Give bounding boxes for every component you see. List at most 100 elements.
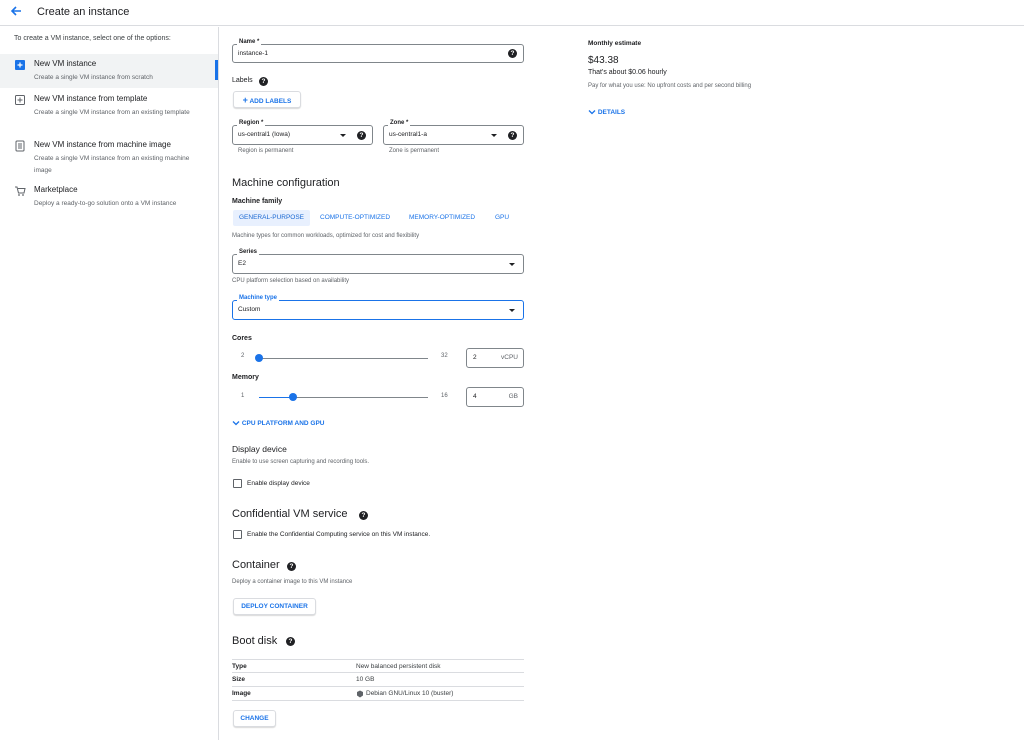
change-boot-disk-button[interactable]: CHANGE (233, 710, 276, 727)
memory-input[interactable]: 4 GB (466, 387, 524, 407)
labels-label: Labels (232, 77, 253, 84)
cores-label: Cores (232, 335, 252, 342)
chevron-down-icon (509, 263, 515, 266)
series-label: Series (237, 249, 260, 255)
machine-type-value: Custom (238, 306, 261, 313)
display-device-checkbox[interactable] (233, 479, 242, 488)
region-value: us-central1 (Iowa) (238, 131, 291, 138)
table-value: Debian GNU/Linux 10 (buster) (366, 690, 454, 697)
option-title: Marketplace (34, 185, 78, 194)
template-icon (14, 93, 26, 105)
page-title: Create an instance (37, 6, 130, 18)
display-device-checkbox-label: Enable display device (247, 480, 310, 487)
cores-input[interactable]: 2 vCPU (466, 348, 524, 368)
deploy-container-button[interactable]: DEPLOY CONTAINER (233, 598, 316, 615)
table-key: Type (232, 663, 247, 670)
add-labels-button[interactable]: + ADD LABELS (233, 91, 301, 108)
tab-compute-optimized[interactable]: COMPUTE-OPTIMIZED (314, 210, 396, 226)
chevron-down-icon (588, 109, 598, 116)
display-device-hint: Enable to use screen capturing and recor… (232, 459, 370, 465)
name-label: Name * (237, 39, 262, 45)
option-desc: Create a single VM instance from an exis… (34, 155, 190, 174)
name-value: instance-1 (238, 50, 268, 57)
option-desc: Create a single VM instance from an exis… (34, 109, 190, 116)
help-icon[interactable]: ? (287, 562, 296, 571)
billing-note: Pay for what you use: No upfront costs a… (588, 83, 752, 89)
help-icon[interactable]: ? (508, 131, 517, 140)
details-link[interactable]: DETAILS (588, 109, 625, 116)
option-marketplace[interactable]: Marketplace Deploy a ready-to-go solutio… (0, 180, 218, 214)
cores-value: 2 (473, 354, 477, 361)
confidential-checkbox[interactable] (233, 530, 242, 539)
table-key: Size (232, 676, 246, 683)
chevron-down-icon (340, 134, 346, 137)
cores-max: 32 (441, 353, 448, 359)
machine-type-label: Machine type (237, 295, 280, 301)
table-row: Image Debian GNU/Linux 10 (buster) (232, 687, 524, 701)
option-new-vm-instance[interactable]: New VM instance Create a single VM insta… (0, 54, 218, 88)
confidential-vm-title: Confidential VM service (232, 508, 348, 520)
monthly-price: $43.38 (588, 55, 619, 66)
help-icon[interactable]: ? (357, 131, 366, 140)
chevron-down-icon (232, 420, 242, 427)
chevron-down-icon (491, 134, 497, 137)
back-arrow-icon[interactable] (9, 4, 25, 20)
confidential-checkbox-label: Enable the Confidential Computing servic… (247, 531, 431, 538)
help-icon[interactable]: ? (259, 77, 268, 86)
help-icon[interactable]: ? (286, 637, 295, 646)
memory-min: 1 (241, 393, 245, 399)
option-desc: Create a single VM instance from scratch (34, 74, 153, 81)
series-select[interactable]: Series E2 (232, 249, 524, 274)
memory-unit: GB (508, 393, 518, 400)
cpu-platform-gpu-link[interactable]: CPU PLATFORM AND GPU (232, 420, 325, 427)
region-select[interactable]: Region * us-central1 (Iowa) ? (232, 120, 373, 145)
series-value: E2 (238, 260, 246, 267)
zone-label: Zone * (388, 120, 411, 126)
table-key: Image (232, 690, 251, 697)
tab-general-purpose[interactable]: GENERAL-PURPOSE (233, 210, 311, 226)
memory-slider-fill (259, 397, 293, 398)
add-labels-label: ADD LABELS (249, 98, 292, 105)
memory-label: Memory (232, 374, 259, 381)
help-icon[interactable]: ? (508, 49, 517, 58)
monthly-estimate-label: Monthly estimate (588, 40, 642, 47)
tab-gpu[interactable]: GPU (489, 210, 515, 226)
zone-value: us-central1-a (389, 131, 427, 138)
cores-slider-track (259, 358, 428, 359)
cores-min: 2 (241, 353, 245, 359)
details-label: DETAILS (597, 109, 626, 116)
display-device-title: Display device (232, 444, 287, 454)
cores-slider-thumb[interactable] (255, 354, 263, 362)
table-value: 10 GB (356, 676, 375, 683)
add-box-icon (14, 58, 26, 70)
help-icon[interactable]: ? (359, 511, 368, 520)
option-from-template[interactable]: New VM instance from template Create a s… (0, 89, 218, 133)
memory-value: 4 (473, 393, 477, 400)
container-hint: Deploy a container image to this VM inst… (232, 579, 353, 585)
cart-icon (14, 184, 26, 196)
table-row: Type New balanced persistent disk (232, 659, 524, 673)
name-field[interactable]: Name * instance-1 ? (232, 39, 524, 63)
plus-icon: + (242, 95, 248, 105)
zone-select[interactable]: Zone * us-central1-a ? (383, 120, 524, 145)
table-value: New balanced persistent disk (356, 663, 441, 670)
memory-slider-thumb[interactable] (288, 393, 297, 401)
debian-icon (356, 690, 364, 699)
chevron-down-icon (509, 309, 515, 312)
option-desc: Deploy a ready-to-go solution onto a VM … (34, 200, 177, 207)
machine-type-select[interactable]: Machine type Custom (232, 295, 524, 320)
cpu-platform-gpu-label: CPU PLATFORM AND GPU (241, 420, 325, 427)
zone-hint: Zone is permanent (389, 148, 440, 154)
machine-config-title: Machine configuration (232, 177, 340, 189)
region-hint: Region is permanent (238, 148, 294, 154)
option-title: New VM instance from machine image (34, 140, 171, 149)
top-bar: Create an instance (0, 0, 1024, 26)
option-from-machine-image[interactable]: New VM instance from machine image Creat… (0, 135, 218, 179)
tab-memory-optimized[interactable]: MEMORY-OPTIMIZED (403, 210, 481, 226)
sidebar-hint: To create a VM instance, select one of t… (14, 35, 171, 42)
sidebar: To create a VM instance, select one of t… (0, 27, 219, 740)
machine-family-hint: Machine types for common workloads, opti… (232, 233, 420, 239)
option-title: New VM instance (34, 59, 97, 68)
table-row: Size 10 GB (232, 673, 524, 687)
cores-unit: vCPU (501, 354, 518, 361)
